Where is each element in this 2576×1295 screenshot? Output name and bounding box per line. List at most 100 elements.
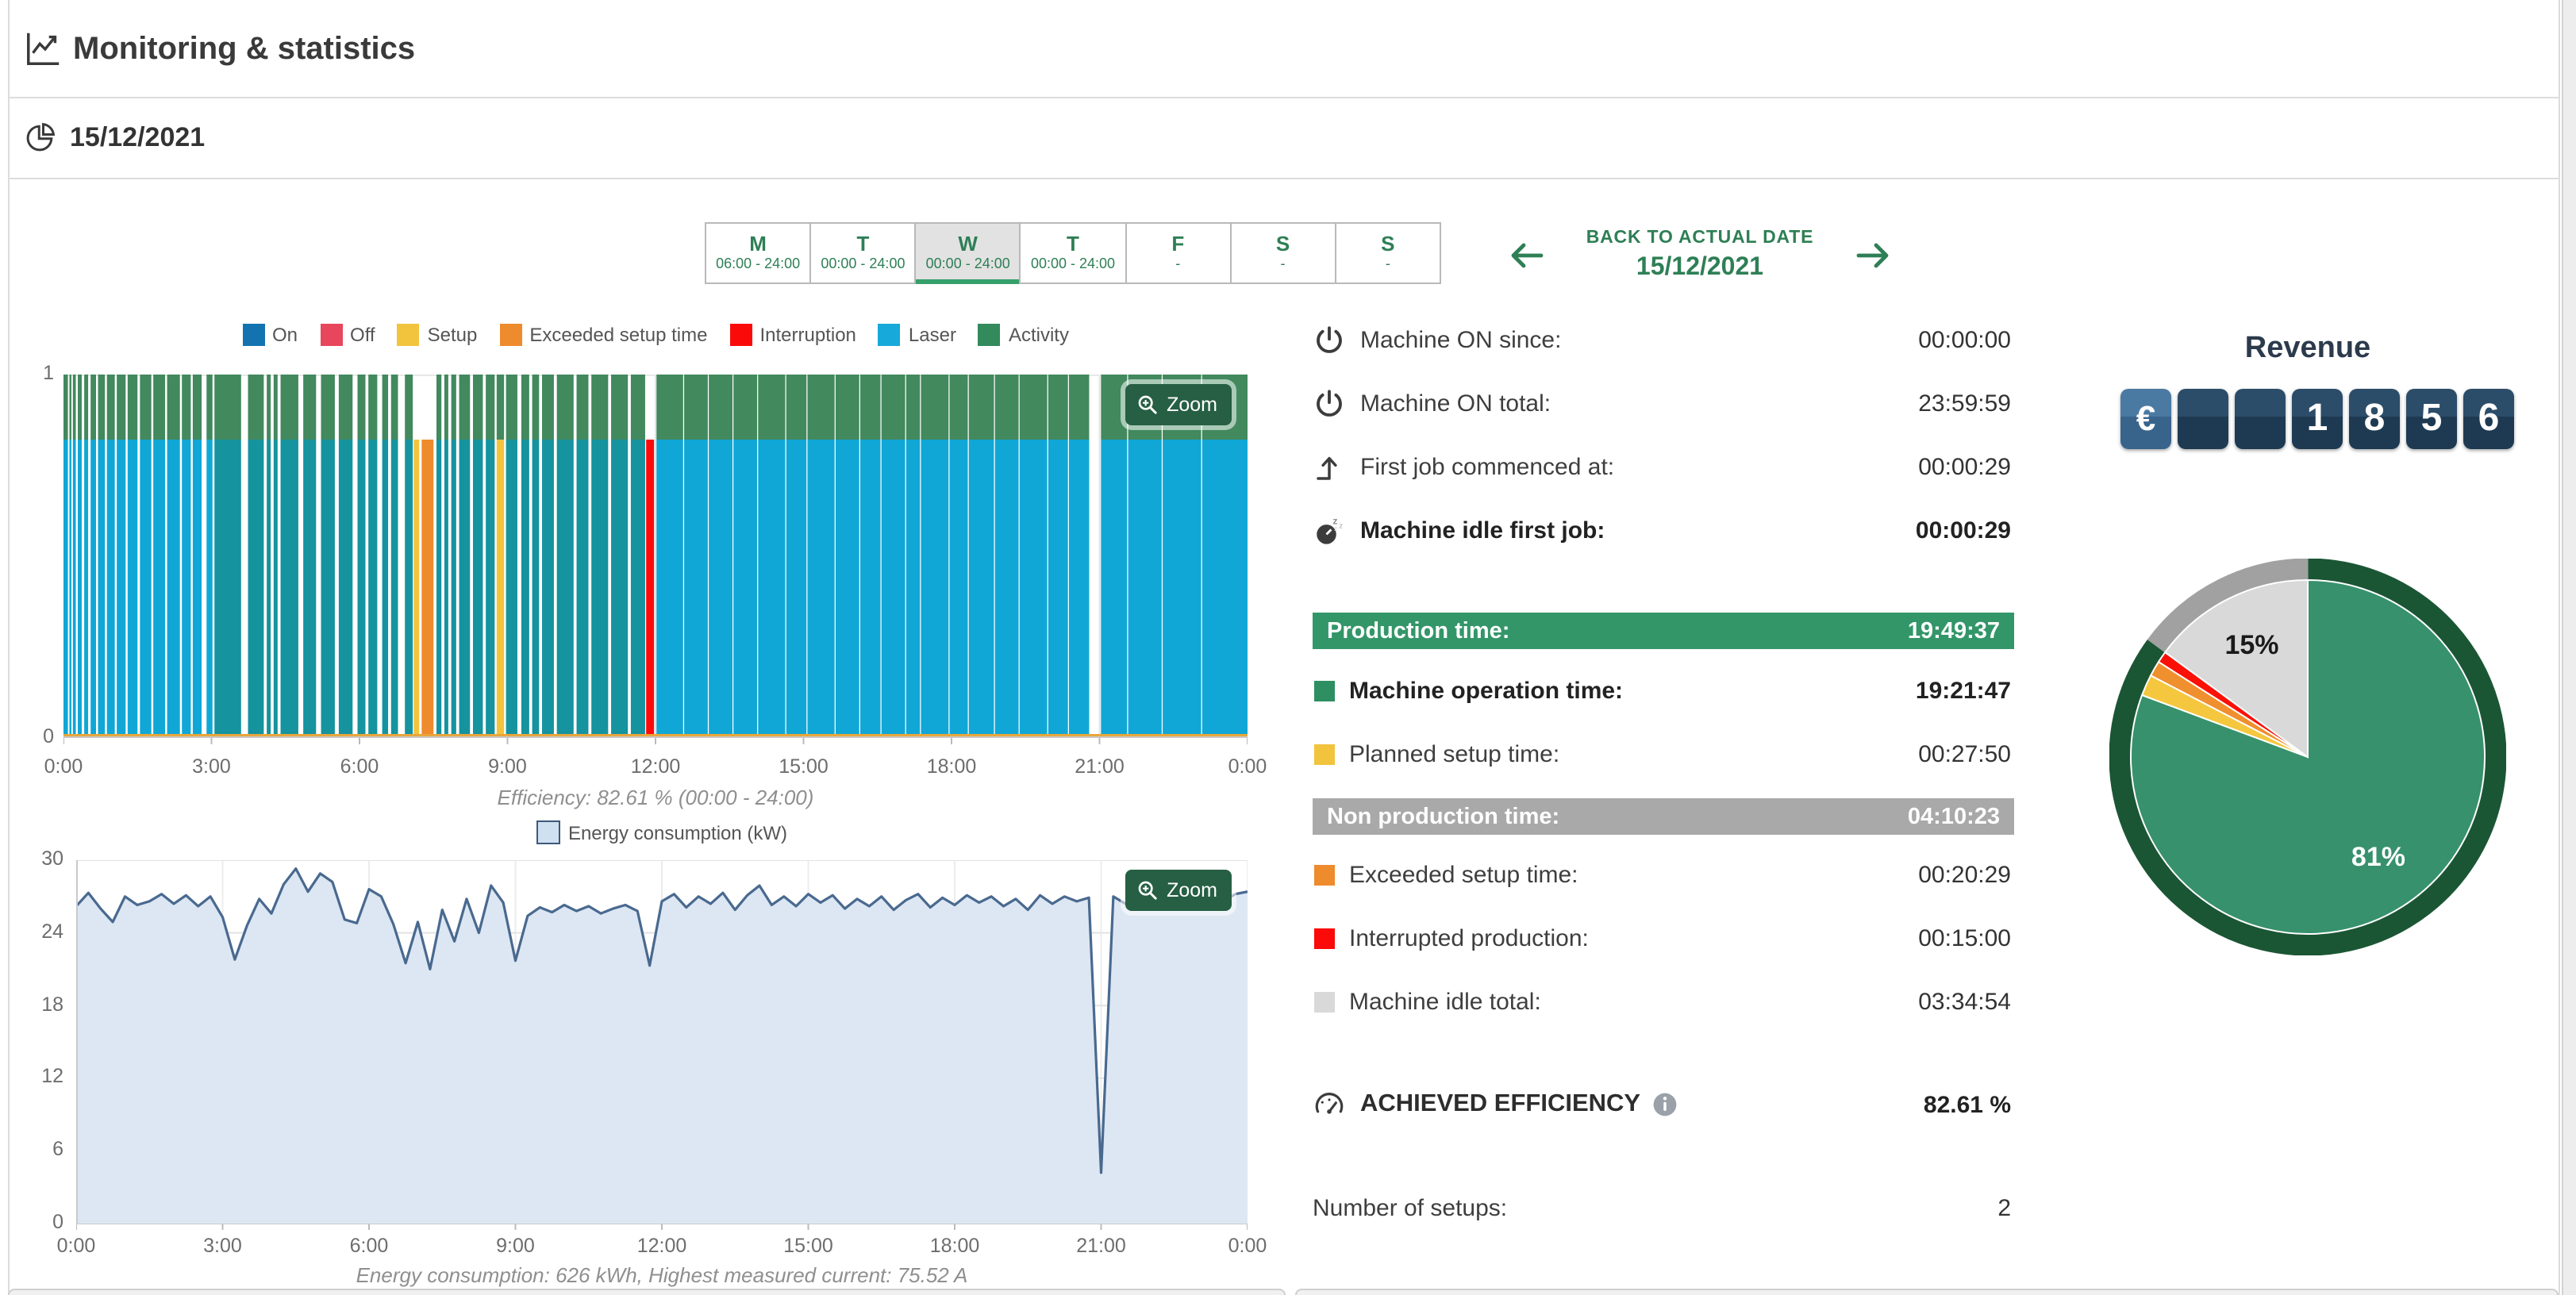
day-letter: M [749, 233, 767, 256]
revenue-title: Revenue [2117, 332, 2498, 367]
stat-label: Number of setups: [1313, 1194, 1507, 1221]
legend-label: Laser [909, 324, 956, 346]
day-letter: S [1381, 233, 1394, 256]
scrollbar-track[interactable] [2562, 0, 2576, 1295]
info-icon[interactable] [1651, 1092, 1677, 1117]
first-job-icon [1313, 450, 1346, 483]
stat-value: 00:00:00 [1918, 326, 2011, 353]
legend-swatch [879, 324, 901, 346]
week-day-s[interactable]: S- [1336, 224, 1440, 282]
stat-label: Machine idle first job: [1360, 517, 1605, 544]
week-day-f[interactable]: F- [1126, 224, 1231, 282]
back-to-actual-date-value: 15/12/2021 [1636, 254, 1763, 282]
energy-x-axis: 0:003:006:009:0012:0015:0018:0021:000:00 [76, 1235, 1248, 1260]
stat-machine-operation-time: Machine operation time: 19:21:47 [1313, 671, 2011, 709]
next-section-card-right [1295, 1289, 2559, 1295]
energy-legend-swatch [536, 820, 560, 844]
legend-label: On [272, 324, 298, 346]
stat-value: 00:20:29 [1918, 861, 2011, 888]
day-letter: T [856, 233, 869, 256]
stat-label: ACHIEVED EFFICIENCY [1360, 1090, 1640, 1119]
pie-chart-icon [24, 121, 57, 154]
banner-label: Non production time: [1327, 804, 1559, 829]
x-tick-label: 21:00 [1063, 1235, 1140, 1257]
exceeded-swatch [1314, 864, 1335, 885]
dashboard-viewport: Monitoring & statistics 15/12/2021 M06:0… [0, 0, 2576, 1295]
legend-swatch [978, 324, 1001, 346]
day-range: - [1281, 256, 1286, 273]
day-range: 06:00 - 24:00 [716, 256, 800, 273]
revenue-currency-box: € [2120, 389, 2171, 449]
stat-value: 03:34:54 [1918, 988, 2011, 1015]
x-tick-label: 0:00 [25, 755, 102, 778]
back-to-actual-date: BACK TO ACTUAL DATE 15/12/2021 [1508, 219, 1892, 292]
non-production-time-banner: Non production time: 04:10:23 [1313, 798, 2014, 835]
day-range: 00:00 - 24:00 [926, 256, 1010, 273]
stat-value: 82.61 % [1924, 1091, 2011, 1118]
timeline-zoom-button[interactable]: Zoom [1125, 384, 1232, 425]
legend-label: Off [350, 324, 375, 346]
back-to-actual-date-button[interactable]: BACK TO ACTUAL DATE 15/12/2021 [1565, 229, 1835, 282]
efficiency-caption: Efficiency: 82.61 % (00:00 - 24:00) [63, 786, 1248, 809]
setup-swatch [1314, 744, 1335, 764]
legend-label: Setup [428, 324, 478, 346]
stat-value: 00:15:00 [1918, 924, 2011, 951]
day-letter: S [1276, 233, 1290, 256]
energy-chart: Zoom [76, 860, 1248, 1232]
banner-value: 04:10:23 [1908, 804, 2000, 829]
legend-swatch [398, 324, 420, 346]
stat-achieved-efficiency: ACHIEVED EFFICIENCY 82.61 % [1313, 1086, 2011, 1124]
legend-item-off: Off [320, 324, 375, 346]
x-tick-label: 9:00 [470, 755, 546, 778]
x-tick-label: 15:00 [771, 1235, 847, 1257]
y-tick-label: 6 [22, 1138, 63, 1160]
week-day-s[interactable]: S- [1231, 224, 1336, 282]
y-tick-label: 12 [22, 1066, 63, 1088]
previous-day-arrow-icon[interactable] [1508, 236, 1546, 275]
timeline-zoom-label: Zoom [1167, 394, 1217, 416]
stat-label: Machine ON since: [1360, 326, 1561, 353]
legend-item-setup: Setup [398, 324, 478, 346]
stat-label: Exceeded setup time: [1349, 861, 1578, 888]
x-tick-label: 12:00 [624, 1235, 700, 1257]
legend-item-exceeded-setup-time: Exceeded setup time [499, 324, 707, 346]
legend-label: Exceeded setup time [529, 324, 707, 346]
card-left-border [8, 0, 10, 1295]
date-divider [8, 178, 2559, 179]
day-letter: F [1171, 233, 1184, 256]
x-tick-label: 6:00 [321, 755, 398, 778]
revenue-digit-box [2178, 389, 2228, 449]
stat-machine-idle-total: Machine idle total: 03:34:54 [1313, 982, 2011, 1020]
monitoring-dashboard: Monitoring & statistics 15/12/2021 M06:0… [0, 0, 2576, 1295]
day-letter: W [958, 233, 978, 256]
legend-swatch [499, 324, 521, 346]
revenue-digit-box: 6 [2463, 389, 2514, 449]
next-day-arrow-icon[interactable] [1854, 236, 1892, 275]
stat-label: Machine ON total: [1360, 390, 1551, 417]
next-section-card-left [8, 1289, 1286, 1295]
timeline-y-max-label: 1 [25, 362, 54, 384]
day-range: - [1175, 256, 1180, 273]
energy-legend-label: Energy consumption (kW) [568, 821, 787, 843]
timeline-chart: Zoom [63, 375, 1248, 746]
header-divider [8, 97, 2559, 98]
energy-chart-canvas [76, 860, 1248, 1232]
week-day-w[interactable]: W00:00 - 24:00 [917, 224, 1021, 282]
x-tick-label: 18:00 [913, 755, 990, 778]
idle-swatch [1314, 991, 1335, 1012]
back-to-actual-date-label: BACK TO ACTUAL DATE [1586, 229, 1814, 248]
week-day-t[interactable]: T00:00 - 24:00 [1021, 224, 1126, 282]
week-day-t[interactable]: T00:00 - 24:00 [811, 224, 916, 282]
y-tick-label: 24 [22, 920, 63, 943]
pie-slice-label: 81% [2351, 842, 2405, 872]
legend-item-interruption: Interruption [730, 324, 856, 346]
energy-zoom-button[interactable]: Zoom [1125, 870, 1232, 911]
day-range: 00:00 - 24:00 [1031, 256, 1115, 273]
stat-value: 23:59:59 [1918, 390, 2011, 417]
energy-legend-item: Energy consumption (kW) [536, 820, 787, 844]
energy-legend: Energy consumption (kW) [76, 820, 1248, 844]
stat-value: 00:27:50 [1918, 740, 2011, 767]
week-day-m[interactable]: M06:00 - 24:00 [706, 224, 811, 282]
stat-exceeded-setup-time: Exceeded setup time: 00:20:29 [1313, 855, 2011, 893]
stat-interrupted-production: Interrupted production: 00:15:00 [1313, 919, 2011, 957]
